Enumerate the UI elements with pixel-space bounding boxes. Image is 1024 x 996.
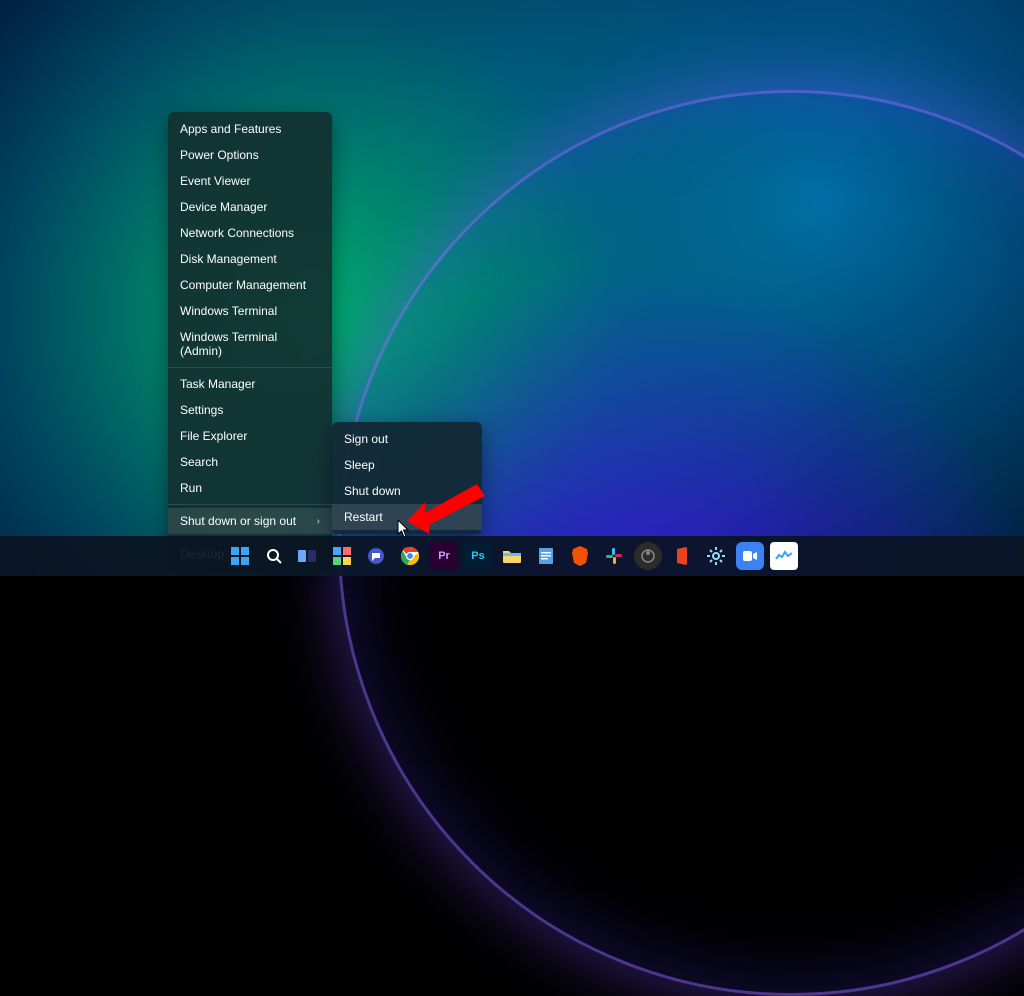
office-icon xyxy=(674,547,690,565)
menu-computer-management[interactable]: Computer Management xyxy=(168,272,332,298)
notepad-icon xyxy=(538,547,554,565)
submenu-restart[interactable]: Restart xyxy=(332,504,482,530)
taskbar-chrome[interactable] xyxy=(396,542,424,570)
chevron-right-icon: › xyxy=(317,516,320,527)
menu-device-manager[interactable]: Device Manager xyxy=(168,194,332,220)
taskbar-premiere[interactable]: Pr xyxy=(430,542,458,570)
menu-run[interactable]: Run xyxy=(168,475,332,501)
widgets-icon xyxy=(333,547,351,565)
task-view-icon xyxy=(298,548,318,564)
chat-icon xyxy=(367,547,385,565)
search-icon xyxy=(265,547,283,565)
menu-settings[interactable]: Settings xyxy=(168,397,332,423)
taskbar-task-view[interactable] xyxy=(294,542,322,570)
taskbar-brave[interactable] xyxy=(566,542,594,570)
menu-search[interactable]: Search xyxy=(168,449,332,475)
taskbar-notepad[interactable] xyxy=(532,542,560,570)
folder-icon xyxy=(502,548,522,564)
monitor-icon xyxy=(775,550,793,562)
menu-network-connections[interactable]: Network Connections xyxy=(168,220,332,246)
taskbar-monitor[interactable] xyxy=(770,542,798,570)
menu-separator xyxy=(168,504,332,505)
taskbar-settings[interactable] xyxy=(702,542,730,570)
start-icon xyxy=(231,547,249,565)
taskbar-widgets[interactable] xyxy=(328,542,356,570)
menu-disk-management[interactable]: Disk Management xyxy=(168,246,332,272)
menu-power-options[interactable]: Power Options xyxy=(168,142,332,168)
menu-shut-down-or-sign-out[interactable]: Shut down or sign out › xyxy=(168,508,332,534)
menu-windows-terminal-admin[interactable]: Windows Terminal (Admin) xyxy=(168,324,332,364)
shutdown-submenu: Sign out Sleep Shut down Restart xyxy=(332,422,482,534)
obs-icon xyxy=(641,549,655,563)
menu-separator xyxy=(168,367,332,368)
menu-windows-terminal[interactable]: Windows Terminal xyxy=(168,298,332,324)
menu-event-viewer[interactable]: Event Viewer xyxy=(168,168,332,194)
gear-icon xyxy=(707,547,725,565)
taskbar-slack[interactable] xyxy=(600,542,628,570)
taskbar-start[interactable] xyxy=(226,542,254,570)
taskbar-chat[interactable] xyxy=(362,542,390,570)
taskbar-office[interactable] xyxy=(668,542,696,570)
taskbar-photoshop[interactable]: Ps xyxy=(464,542,492,570)
submenu-sleep[interactable]: Sleep xyxy=(332,452,482,478)
menu-apps-and-features[interactable]: Apps and Features xyxy=(168,116,332,142)
taskbar-file-explorer[interactable] xyxy=(498,542,526,570)
photoshop-icon: Ps xyxy=(471,550,484,562)
taskbar-zoom[interactable] xyxy=(736,542,764,570)
slack-icon xyxy=(605,547,623,565)
submenu-shut-down[interactable]: Shut down xyxy=(332,478,482,504)
premiere-icon: Pr xyxy=(438,550,450,562)
chrome-icon xyxy=(400,546,420,566)
submenu-sign-out[interactable]: Sign out xyxy=(332,426,482,452)
taskbar: Pr Ps xyxy=(0,536,1024,576)
desktop-wallpaper xyxy=(0,0,1024,576)
camera-icon xyxy=(743,551,757,561)
brave-icon xyxy=(571,546,589,566)
winx-context-menu: Apps and Features Power Options Event Vi… xyxy=(168,112,332,571)
taskbar-obs[interactable] xyxy=(634,542,662,570)
taskbar-search[interactable] xyxy=(260,542,288,570)
menu-file-explorer[interactable]: File Explorer xyxy=(168,423,332,449)
menu-task-manager[interactable]: Task Manager xyxy=(168,371,332,397)
